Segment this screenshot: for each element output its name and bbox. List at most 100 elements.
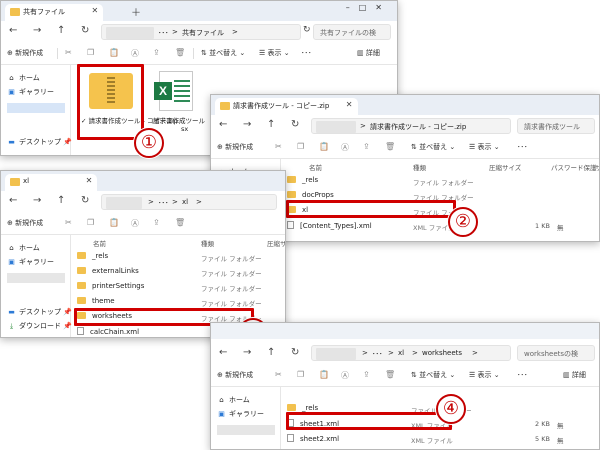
cut-icon[interactable]: ✂ xyxy=(275,142,282,151)
view-button[interactable]: ☰ 表示 ⌄ xyxy=(469,142,500,152)
sort-button[interactable]: ⇅ 並べ替え ⌄ xyxy=(201,48,245,58)
new-tab-button[interactable]: ＋ xyxy=(131,4,141,19)
search-input[interactable]: 共有ファイルの検 xyxy=(313,24,391,40)
forward-icon[interactable]: → xyxy=(33,195,41,206)
sidebar-item-downloads[interactable]: ⤓ ダウンロード 📌 xyxy=(7,321,72,331)
sidebar-item-home[interactable]: ⌂ ホーム xyxy=(7,243,40,253)
list-item[interactable]: [Content_Types].xml xyxy=(287,221,372,234)
refresh-icon[interactable]: ↻ xyxy=(291,119,299,130)
list-item[interactable]: sheet2.xml xyxy=(287,434,339,447)
share-icon[interactable]: ⇪ xyxy=(153,48,160,57)
search-input[interactable]: 請求書作成ツール xyxy=(517,118,595,134)
refresh-icon[interactable]: ↻ xyxy=(303,25,311,35)
tab-xl[interactable]: xl ✕ xyxy=(5,174,98,191)
delete-icon[interactable]: 🗑 xyxy=(385,142,395,151)
cut-icon[interactable]: ✂ xyxy=(65,48,72,57)
share-icon[interactable]: ⇪ xyxy=(363,142,370,151)
up-icon[interactable]: ↑ xyxy=(57,195,65,206)
sidebar-item-desktop[interactable]: ▬ デスクトップ 📌 xyxy=(7,307,72,317)
tab-zip[interactable]: 請求書作成ツール - コピー.zip ✕ xyxy=(215,98,358,115)
breadcrumb-xl[interactable]: xl xyxy=(398,349,404,357)
share-icon[interactable]: ⇪ xyxy=(363,370,370,379)
column-header-compressed[interactable]: 圧縮サイズ xyxy=(489,162,521,172)
breadcrumb[interactable]: 共有ファイル xyxy=(182,28,224,38)
sidebar-item-gallery[interactable]: ▣ ギャラリー xyxy=(7,87,54,97)
paste-icon[interactable]: 📋 xyxy=(319,142,329,151)
copy-icon[interactable]: ❐ xyxy=(297,142,304,151)
tab-shared-files[interactable]: 共有ファイル ✕ xyxy=(5,4,104,21)
column-header-size[interactable]: サ xyxy=(595,162,599,172)
column-header-name[interactable]: 名前 xyxy=(309,162,322,172)
refresh-icon[interactable]: ↻ xyxy=(81,195,89,206)
search-input[interactable]: worksheetsの検 xyxy=(517,345,595,361)
back-icon[interactable]: ← xyxy=(9,25,17,36)
paste-icon[interactable]: 📋 xyxy=(109,48,119,57)
new-button[interactable]: ⊕ 新規作成 xyxy=(7,48,43,58)
breadcrumb[interactable]: xl xyxy=(182,198,188,206)
rename-icon[interactable]: Ⓐ xyxy=(341,142,349,153)
address-bar[interactable]: > 請求書作成ツール - コピー.zip xyxy=(311,118,511,134)
paste-icon[interactable]: 📋 xyxy=(109,218,119,227)
sidebar-item-home[interactable]: ⌂ ホーム xyxy=(7,73,40,83)
close-tab-icon[interactable]: ✕ xyxy=(92,6,99,15)
column-header-name[interactable]: 名前 xyxy=(93,238,106,248)
up-icon[interactable]: ↑ xyxy=(267,119,275,130)
list-item[interactable]: _rels xyxy=(287,176,318,189)
new-button[interactable]: ⊕ 新規作成 xyxy=(217,370,253,380)
copy-icon[interactable]: ❐ xyxy=(297,370,304,379)
up-icon[interactable]: ↑ xyxy=(267,347,275,358)
forward-icon[interactable]: → xyxy=(33,25,41,36)
refresh-icon[interactable]: ↻ xyxy=(81,25,89,36)
breadcrumb-worksheets[interactable]: worksheets xyxy=(422,349,462,357)
close-tab-icon[interactable]: ✕ xyxy=(86,176,93,185)
new-button[interactable]: ⊕ 新規作成 xyxy=(7,218,43,228)
view-button[interactable]: ☰ 表示 ⌄ xyxy=(259,48,290,58)
ellipsis-crumb[interactable]: ･･･ xyxy=(372,349,383,359)
list-item[interactable]: _rels xyxy=(77,252,108,265)
column-header-type[interactable]: 種類 xyxy=(201,238,214,248)
sidebar-item-home[interactable]: ⌂ ホーム xyxy=(217,395,250,405)
column-header-compressed[interactable]: 圧縮サイズ xyxy=(267,238,285,248)
delete-icon[interactable]: 🗑 xyxy=(175,48,185,57)
rename-icon[interactable]: Ⓐ xyxy=(131,218,139,229)
sort-button[interactable]: ⇅ 並べ替え ⌄ xyxy=(411,142,455,152)
address-bar[interactable]: > ･･･ > xl > xyxy=(101,194,277,210)
sidebar-item-gallery[interactable]: ▣ ギャラリー xyxy=(217,409,264,419)
share-icon[interactable]: ⇪ xyxy=(153,218,160,227)
back-icon[interactable]: ← xyxy=(219,347,227,358)
back-icon[interactable]: ← xyxy=(219,119,227,130)
close-tab-icon[interactable]: ✕ xyxy=(346,100,353,109)
rename-icon[interactable]: Ⓐ xyxy=(131,48,139,59)
address-bar[interactable]: > ･･･ > xl > worksheets > xyxy=(311,345,511,361)
paste-icon[interactable]: 📋 xyxy=(319,370,329,379)
breadcrumb[interactable]: 請求書作成ツール - コピー.zip xyxy=(370,122,466,132)
more-button[interactable]: ･･･ xyxy=(301,48,312,58)
sidebar-item-desktop[interactable]: ▬ デスクトップ 📌 xyxy=(7,137,72,147)
window-controls[interactable]: –□✕ xyxy=(346,3,391,12)
details-button[interactable]: ▥ 詳細 xyxy=(563,370,586,380)
new-button[interactable]: ⊕ 新規作成 xyxy=(217,142,253,152)
list-item[interactable]: printerSettings xyxy=(77,282,144,295)
address-bar[interactable]: ･･･ > 共有ファイル > xyxy=(101,24,301,40)
copy-icon[interactable]: ❐ xyxy=(87,48,94,57)
column-header-password[interactable]: パスワード保護 xyxy=(551,162,597,172)
sidebar-item-gallery[interactable]: ▣ ギャラリー xyxy=(7,257,54,267)
more-button[interactable]: ･･･ xyxy=(517,142,528,152)
delete-icon[interactable]: 🗑 xyxy=(175,218,185,227)
sort-button[interactable]: ⇅ 並べ替え ⌄ xyxy=(411,370,455,380)
back-icon[interactable]: ← xyxy=(9,195,17,206)
list-item[interactable]: externalLinks xyxy=(77,267,139,280)
ellipsis-crumb[interactable]: ･･･ xyxy=(158,28,169,38)
column-header-type[interactable]: 種類 xyxy=(413,162,426,172)
rename-icon[interactable]: Ⓐ xyxy=(341,370,349,381)
up-icon[interactable]: ↑ xyxy=(57,25,65,36)
view-button[interactable]: ☰ 表示 ⌄ xyxy=(469,370,500,380)
list-item[interactable]: calcChain.xml xyxy=(77,327,139,337)
forward-icon[interactable]: → xyxy=(243,347,251,358)
forward-icon[interactable]: → xyxy=(243,119,251,130)
refresh-icon[interactable]: ↻ xyxy=(291,347,299,358)
details-button[interactable]: ▥ 詳細 xyxy=(357,48,380,58)
cut-icon[interactable]: ✂ xyxy=(65,218,72,227)
ellipsis-crumb[interactable]: ･･･ xyxy=(158,198,169,208)
copy-icon[interactable]: ❐ xyxy=(87,218,94,227)
